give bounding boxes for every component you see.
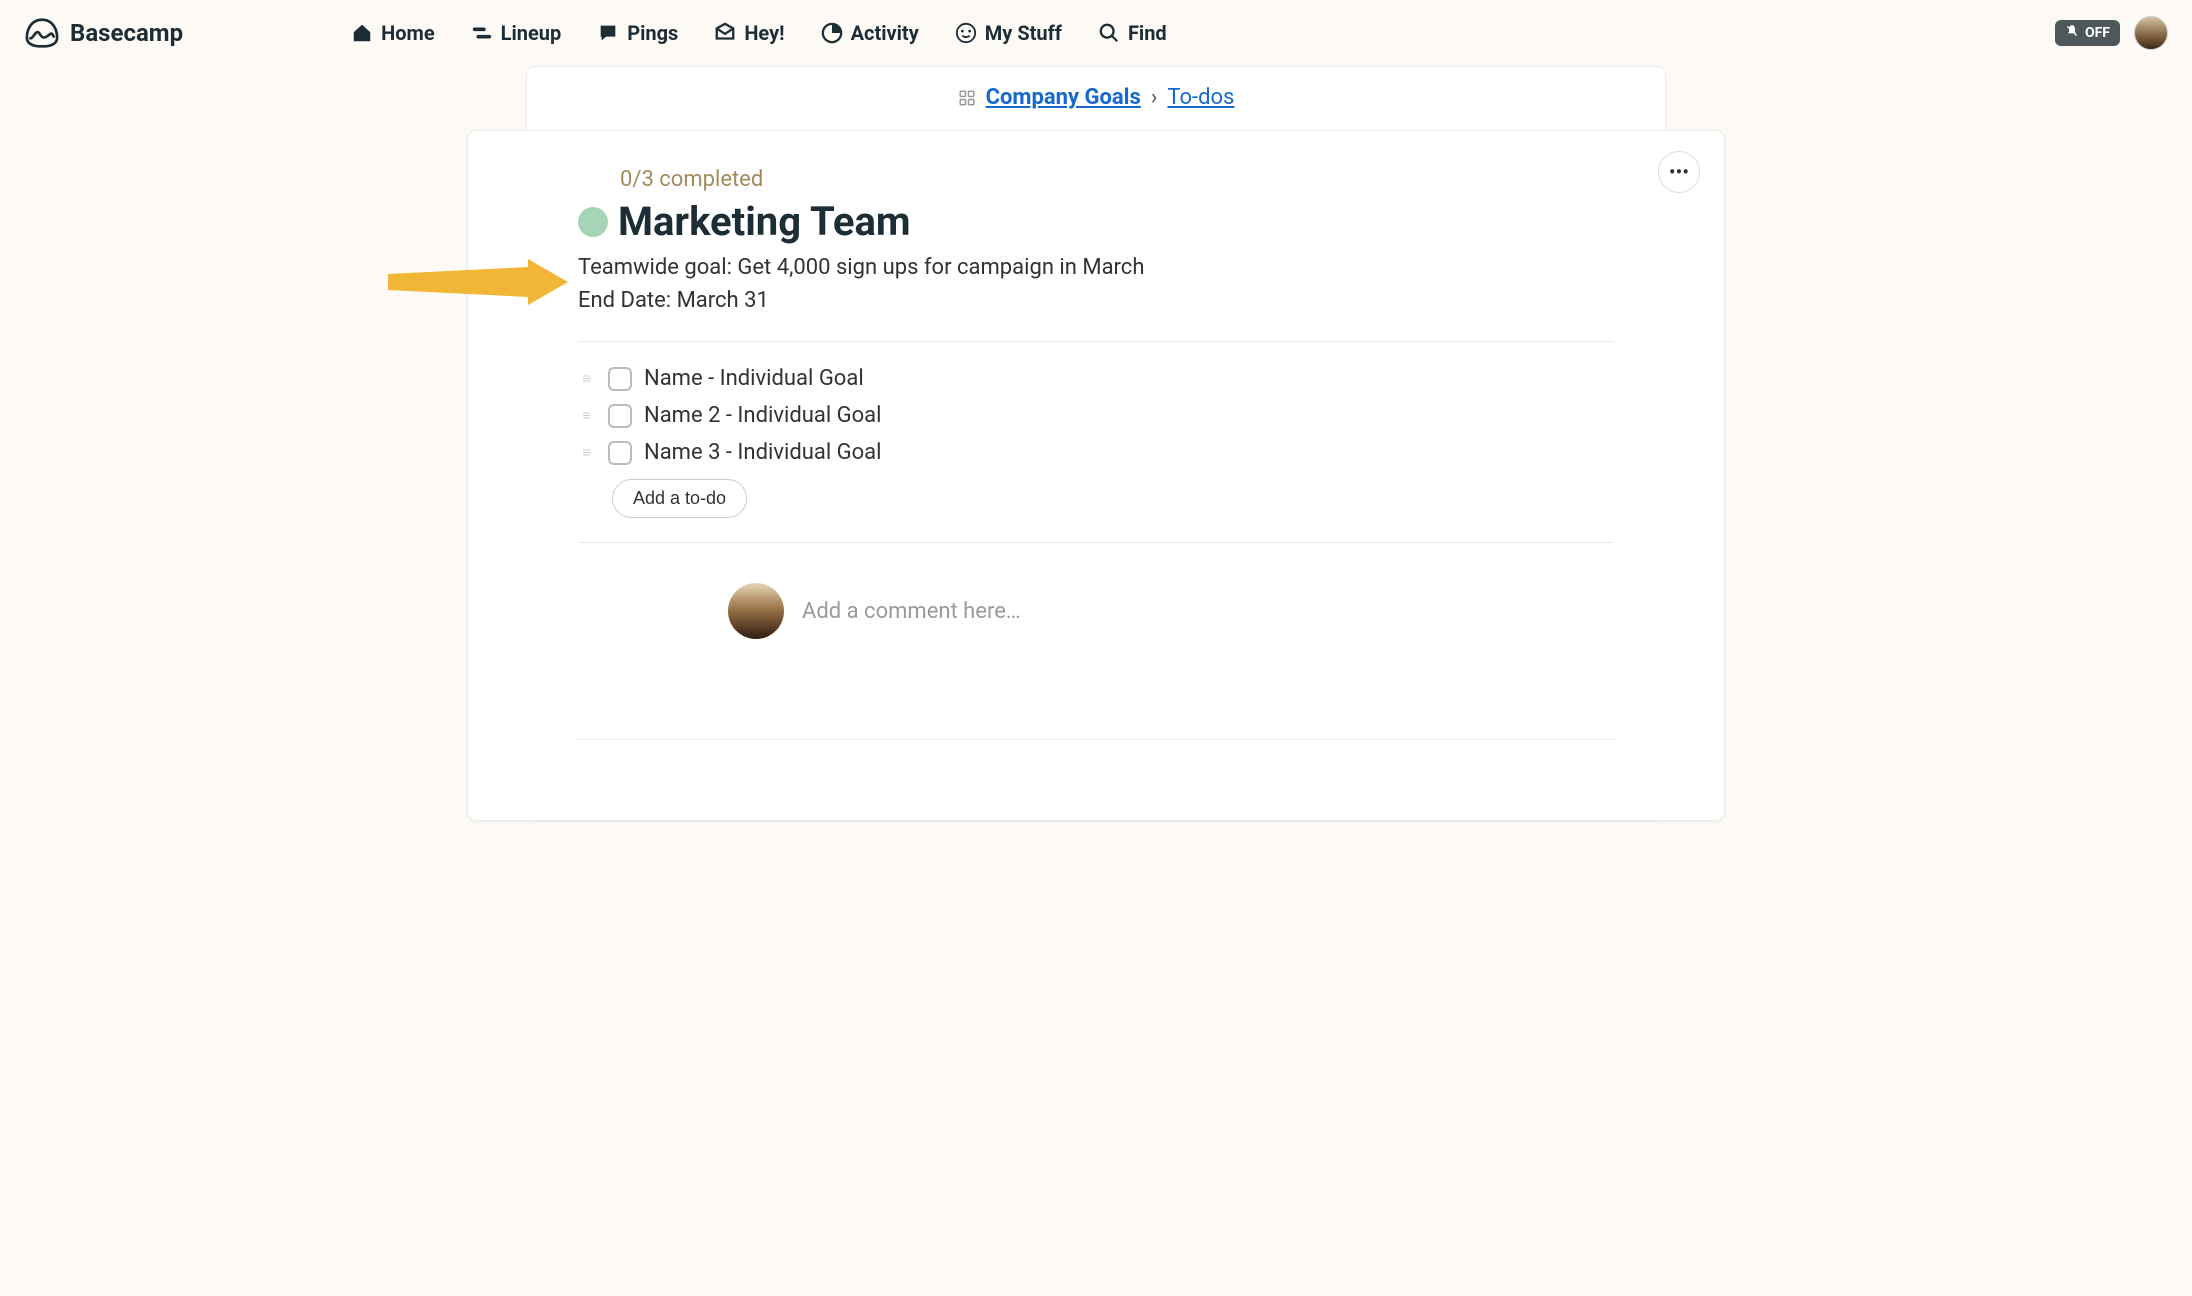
logo-text: Basecamp [70,19,183,47]
nav-home[interactable]: Home [351,21,435,45]
list-title-row: Marketing Team [578,198,1614,245]
user-avatar[interactable] [2134,16,2168,50]
comment-input-row[interactable]: Add a comment here… [728,583,1614,639]
todo-list: ≡ Name - Individual Goal ≡ Name 2 - Indi… [578,342,1614,542]
breadcrumb-project[interactable]: Company Goals [986,85,1141,110]
comment-placeholder: Add a comment here… [802,599,1021,624]
nav-mystuff-label: My Stuff [985,21,1062,45]
nav-activity-label: Activity [851,21,919,45]
notifications-label: OFF [2085,25,2110,41]
todo-checkbox[interactable] [608,367,632,391]
options-button[interactable]: ••• [1658,151,1700,193]
notifications-toggle[interactable]: OFF [2055,20,2120,46]
grid-icon [958,89,976,107]
nav-right: OFF [2055,16,2168,50]
nav-lineup-label: Lineup [501,21,562,45]
breadcrumb: Company Goals › To-dos [527,85,1665,120]
nav-pings[interactable]: Pings [597,21,678,45]
nav-find-label: Find [1128,21,1167,45]
description-line2: End Date: March 31 [578,284,1614,317]
completed-count: 0/3 completed [620,167,1614,192]
top-nav: Basecamp Home Lineup Pings Hey! [0,0,2192,66]
nav-find[interactable]: Find [1098,21,1167,45]
nav-home-label: Home [381,21,435,45]
drag-handle-icon[interactable]: ≡ [578,444,596,461]
ellipsis-icon: ••• [1669,160,1689,184]
todo-label[interactable]: Name 2 - Individual Goal [644,403,882,428]
list-color-dot[interactable] [578,207,608,237]
basecamp-logo-icon [24,17,60,49]
todo-checkbox[interactable] [608,404,632,428]
annotation-arrow-icon [388,259,568,305]
activity-icon [821,22,843,44]
nav-activity[interactable]: Activity [821,21,919,45]
description-line1: Teamwide goal: Get 4,000 sign ups for ca… [578,251,1614,284]
chevron-right-icon: › [1151,85,1158,110]
drag-handle-icon[interactable]: ≡ [578,370,596,387]
main-card: ••• 0/3 completed Marketing Team Teamwid… [467,130,1725,821]
lineup-icon [471,22,493,44]
comment-avatar [728,583,784,639]
hey-icon [714,22,736,44]
divider [578,739,1614,740]
todo-item: ≡ Name 3 - Individual Goal [578,434,1614,471]
nav-links: Home Lineup Pings Hey! Activity [351,21,1167,45]
todo-label[interactable]: Name - Individual Goal [644,366,864,391]
mystuff-icon [955,22,977,44]
home-icon [351,22,373,44]
list-title[interactable]: Marketing Team [618,198,911,245]
pings-icon [597,22,619,44]
nav-mystuff[interactable]: My Stuff [955,21,1062,45]
nav-hey-label: Hey! [744,21,784,45]
breadcrumb-section[interactable]: To-dos [1167,85,1234,110]
project-card: Company Goals › To-dos ••• 0/3 completed… [526,66,1666,822]
drag-handle-icon[interactable]: ≡ [578,407,596,424]
todo-label[interactable]: Name 3 - Individual Goal [644,440,882,465]
add-todo-button[interactable]: Add a to-do [612,479,747,518]
logo[interactable]: Basecamp [24,17,183,49]
todo-checkbox[interactable] [608,441,632,465]
list-description[interactable]: Teamwide goal: Get 4,000 sign ups for ca… [578,251,1614,317]
nav-pings-label: Pings [627,21,678,45]
todo-item: ≡ Name - Individual Goal [578,360,1614,397]
bell-off-icon [2065,24,2079,42]
search-icon [1098,22,1120,44]
nav-lineup[interactable]: Lineup [471,21,562,45]
todo-item: ≡ Name 2 - Individual Goal [578,397,1614,434]
comment-section: Add a comment here… [578,543,1614,639]
nav-hey[interactable]: Hey! [714,21,784,45]
